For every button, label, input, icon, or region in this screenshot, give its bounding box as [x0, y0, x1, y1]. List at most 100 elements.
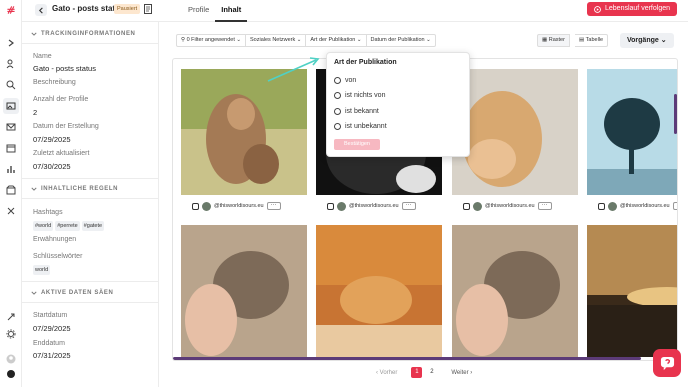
view-grid-button[interactable]: ▦ Raster: [537, 34, 570, 47]
instagram-icon: [463, 202, 470, 210]
radio-option-of[interactable]: von: [334, 77, 356, 84]
hashtag-list: #world #perrete #gatete: [33, 220, 106, 231]
name-value: Gato - posts status: [33, 64, 96, 73]
post-image-kitten-hand-2[interactable]: [452, 225, 578, 357]
pagination: ‹ Vorher 1 2 Weiter ›: [376, 367, 472, 378]
post-image-orange-cat[interactable]: [316, 225, 442, 357]
more-options-button[interactable]: ···: [672, 202, 677, 210]
prev-page-button[interactable]: ‹ Vorher: [376, 370, 397, 376]
radio-label: ist nichts von: [345, 92, 386, 99]
mentions-label: Erwähnungen: [33, 236, 77, 243]
page-1-button[interactable]: 1: [411, 367, 423, 378]
hashtag-chip: #perrete: [55, 221, 80, 231]
calendar-icon[interactable]: [3, 140, 19, 156]
name-label: Name: [33, 53, 52, 60]
hashtag-chip: #gatete: [81, 221, 105, 231]
publication-type-popover: Art der Publikation von ist nichts von i…: [326, 52, 470, 157]
social-network-filter[interactable]: Soziales Netzwerk ⌄: [246, 34, 307, 47]
side-rail: [0, 0, 22, 387]
post-image-monkey[interactable]: [181, 69, 307, 195]
back-button[interactable]: [35, 4, 47, 16]
hashtag-chip: #world: [33, 221, 54, 231]
post-handle[interactable]: @thisworldisours.eu: [620, 203, 670, 209]
page-2-button[interactable]: 2: [426, 367, 437, 378]
next-label: Weiter: [451, 369, 469, 376]
page-title: Gato - posts stat...: [52, 4, 122, 13]
radio-label: von: [345, 77, 357, 84]
theme-icon[interactable]: [3, 366, 19, 382]
view-grid-label: Raster: [548, 37, 565, 43]
publication-type-filter[interactable]: Art der Publikation ⌄: [306, 34, 367, 47]
stats-icon[interactable]: [3, 161, 19, 177]
radio-label: ist bekannt: [345, 108, 379, 115]
radio-option-known[interactable]: ist bekannt: [334, 108, 379, 115]
top-bar: Gato - posts stat... Pausiert Profile In…: [22, 0, 688, 22]
rules-section-toggle[interactable]: INHALTLICHE REGELN: [31, 186, 118, 192]
post-handle[interactable]: @thisworldisours.eu: [349, 203, 399, 209]
social-network-label: Soziales Netzwerk: [250, 37, 296, 43]
settings-icon[interactable]: [3, 326, 19, 342]
created-value: 07/29/2025: [33, 135, 71, 144]
filters-applied-button[interactable]: ⚲ 0 Filter angewendet ⌄: [176, 34, 247, 47]
tools-icon[interactable]: [3, 203, 19, 219]
confirm-button[interactable]: Bestätigen: [334, 139, 380, 150]
track-resume-button[interactable]: Lebenslauf verfolgen: [587, 2, 677, 16]
expand-icon[interactable]: [3, 35, 19, 51]
post-handle[interactable]: @thisworldisours.eu: [214, 203, 264, 209]
avatar: [608, 201, 617, 211]
filters-applied-label: 0 Filter angewendet: [186, 37, 235, 43]
avatar: [337, 201, 346, 211]
post-image-cat-paw[interactable]: [452, 69, 578, 195]
post-image-tree[interactable]: [587, 69, 677, 195]
box-icon[interactable]: [3, 182, 19, 198]
profiles-label: Anzahl der Profile: [33, 96, 89, 103]
rules-heading: INHALTLICHE REGELN: [41, 186, 119, 192]
more-options-button[interactable]: ···: [401, 202, 416, 210]
active-dates-heading: AKTIVE DATEN SÄEN: [41, 290, 114, 296]
next-page-button[interactable]: Weiter ›: [451, 370, 472, 376]
post-meta: @thisworldisours.eu ···: [463, 199, 552, 213]
publication-date-filter[interactable]: Datum der Publikation ⌄: [366, 34, 436, 47]
more-options-button[interactable]: ···: [537, 202, 552, 210]
post-image-sunset[interactable]: [587, 225, 677, 357]
users-icon[interactable]: [3, 56, 19, 72]
actions-dropdown[interactable]: Vorgänge ⌄: [620, 33, 674, 48]
tracking-heading: TRACKINGINFORMATIONEN: [41, 31, 136, 37]
publication-type-label: Art der Publikation: [310, 37, 356, 43]
track-resume-label: Lebenslauf verfolgen: [605, 5, 670, 12]
chat-button[interactable]: [653, 349, 681, 377]
view-table-button[interactable]: ▤ Tabelle: [575, 34, 609, 47]
tracking-section-toggle[interactable]: TRACKINGINFORMATIONEN: [31, 31, 135, 37]
user-avatar-icon[interactable]: [3, 351, 19, 367]
more-options-button[interactable]: ···: [266, 202, 281, 210]
mail-icon[interactable]: [3, 119, 19, 135]
radio-option-unknown[interactable]: ist unbekannt: [334, 123, 387, 130]
radio-option-not-of[interactable]: ist nichts von: [334, 92, 385, 99]
hashtags-label: Hashtags: [33, 209, 63, 216]
rocket-icon[interactable]: [3, 309, 19, 325]
keywords-label: Schlüsselwörter: [33, 253, 83, 260]
chevron-left-icon: [38, 6, 43, 14]
post-handle[interactable]: @thisworldisours.eu: [485, 203, 535, 209]
divider: [22, 43, 158, 44]
vertical-scrollbar[interactable]: [674, 94, 677, 134]
search-icon[interactable]: [3, 77, 19, 93]
divider: [22, 198, 158, 199]
post-image-kitten-hand[interactable]: [181, 225, 307, 357]
horizontal-scrollbar[interactable]: [173, 357, 641, 360]
images-icon[interactable]: [3, 98, 19, 114]
post-meta: @thisworldisours.eu ···: [327, 199, 416, 213]
brand-logo-icon[interactable]: [4, 4, 18, 18]
popover-title: Art der Publikation: [334, 59, 397, 66]
tab-profile[interactable]: Profile: [182, 0, 215, 22]
profiles-value: 2: [33, 108, 38, 117]
keyword-list: world: [33, 264, 52, 275]
tab-content[interactable]: Inhalt: [215, 0, 248, 22]
end-date-label: Enddatum: [33, 340, 65, 347]
table-icon: ▤: [579, 37, 586, 43]
active-dates-section-toggle[interactable]: AKTIVE DATEN SÄEN: [31, 290, 113, 296]
document-icon[interactable]: [144, 4, 152, 14]
chevron-down-icon: [31, 187, 37, 191]
radio-icon: [334, 92, 341, 99]
divider: [22, 302, 158, 303]
